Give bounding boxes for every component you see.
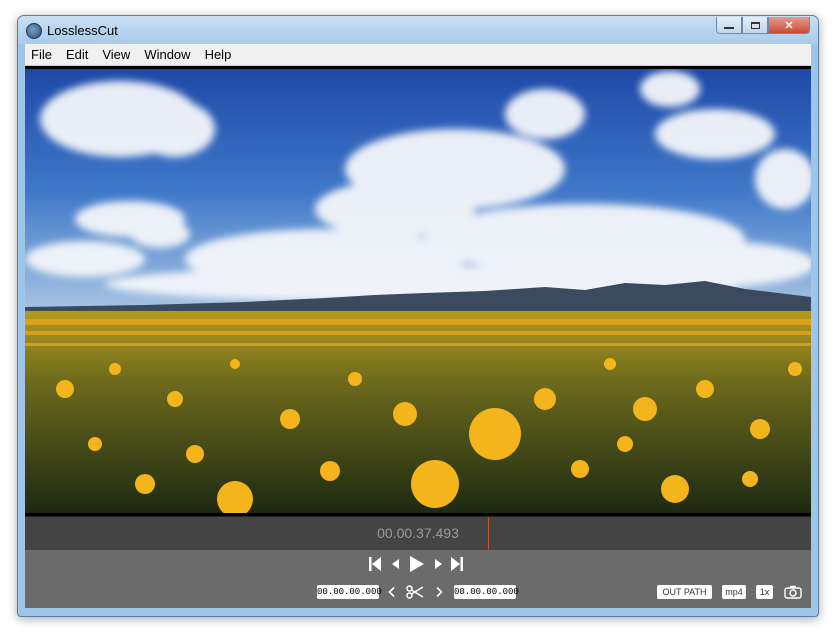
format-button[interactable]: mp4: [722, 585, 746, 599]
playhead[interactable]: [488, 517, 489, 550]
timeline[interactable]: 00.00.37.493: [25, 516, 811, 550]
minimize-icon: [724, 26, 734, 29]
title-bar[interactable]: LosslessCut ✕: [18, 16, 818, 44]
chevron-left-icon: [387, 587, 395, 597]
step-forward-icon: [434, 559, 442, 569]
playback-speed-button[interactable]: 1x: [756, 585, 773, 599]
current-time: 00.00.37.493: [377, 525, 459, 541]
capture-frame-button[interactable]: [783, 583, 803, 600]
app-window: LosslessCut ✕ File Edit View Window Help: [17, 15, 819, 617]
play-button[interactable]: [408, 555, 426, 573]
menu-view[interactable]: View: [96, 47, 136, 62]
menu-bar: File Edit View Window Help: [25, 44, 811, 66]
skip-to-end-icon: [451, 557, 463, 571]
out-path-button[interactable]: OUT PATH: [657, 585, 712, 599]
window-controls: ✕: [716, 17, 810, 35]
control-bar: 00.00.00.000 00.00.00.000 OUT PATH mp4 1…: [25, 550, 811, 608]
window-title: LosslessCut: [47, 23, 118, 38]
video-frame[interactable]: [25, 69, 811, 513]
video-image: [25, 69, 811, 513]
skip-to-start-icon: [369, 557, 381, 571]
skip-to-start-button[interactable]: [368, 556, 382, 572]
menu-edit[interactable]: Edit: [60, 47, 94, 62]
maximize-icon: [750, 21, 760, 29]
player-area: 00.00.37.493 00.00.00.000 00.00.00.000 O…: [25, 66, 811, 608]
play-icon: [410, 556, 424, 572]
scissors-icon: [406, 585, 424, 599]
cut-button[interactable]: [405, 583, 425, 601]
close-button[interactable]: ✕: [768, 17, 810, 34]
menu-window[interactable]: Window: [138, 47, 196, 62]
chevron-right-icon: [435, 587, 443, 597]
menu-file[interactable]: File: [25, 47, 58, 62]
step-forward-button[interactable]: [432, 556, 444, 572]
set-cut-start-button[interactable]: [386, 584, 396, 600]
menu-help[interactable]: Help: [199, 47, 238, 62]
set-cut-end-button[interactable]: [434, 584, 444, 600]
step-back-icon: [391, 559, 399, 569]
cut-start-field[interactable]: 00.00.00.000: [317, 585, 382, 599]
step-back-button[interactable]: [389, 556, 401, 572]
maximize-button[interactable]: [742, 17, 768, 34]
skip-to-end-button[interactable]: [450, 556, 464, 572]
close-icon: ✕: [784, 19, 794, 32]
camera-icon: [784, 585, 802, 599]
cut-end-field[interactable]: 00.00.00.000: [454, 585, 519, 599]
lossless-cut-icon: [26, 23, 42, 39]
minimize-button[interactable]: [716, 17, 742, 34]
